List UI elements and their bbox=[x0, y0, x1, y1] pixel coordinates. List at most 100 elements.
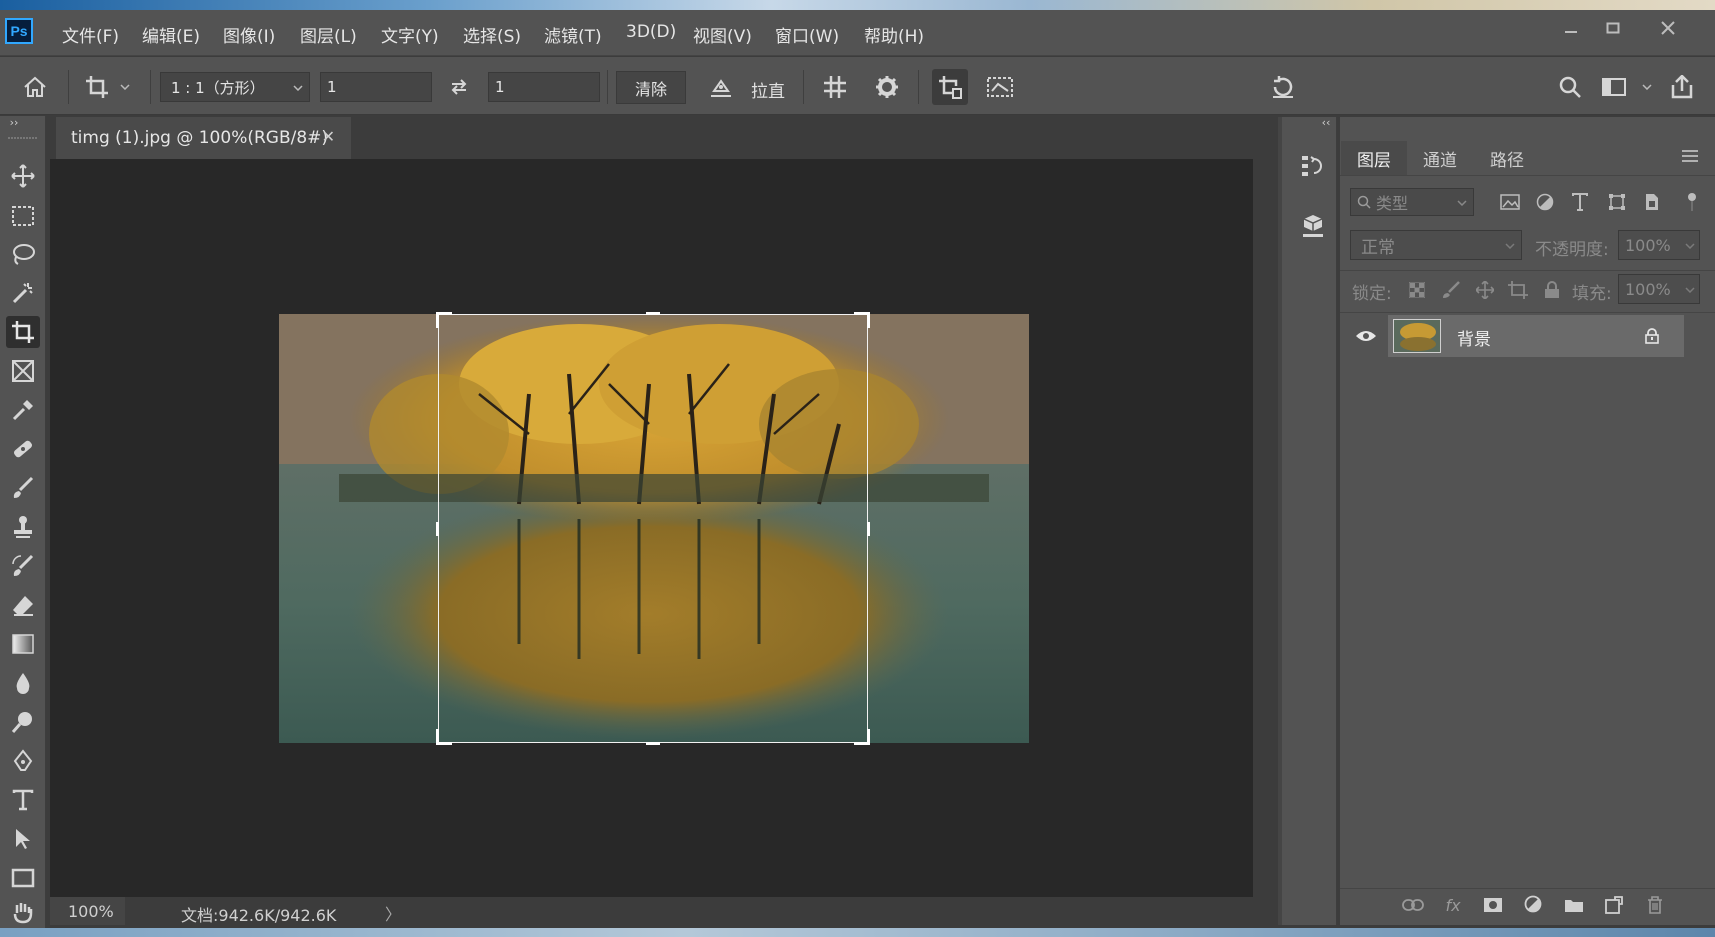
filter-shape-icon[interactable] bbox=[1605, 190, 1629, 214]
brush-icon[interactable] bbox=[6, 472, 40, 504]
crop-handle-left[interactable] bbox=[436, 522, 439, 536]
crop-ratio-select[interactable]: 1 : 1（方形） bbox=[160, 72, 310, 102]
filter-toggle-icon[interactable] bbox=[1684, 190, 1700, 214]
lock-all-icon[interactable] bbox=[1540, 278, 1564, 302]
crop-handle-top-left-v[interactable] bbox=[436, 312, 439, 328]
delete-cropped-pixels-icon[interactable] bbox=[932, 69, 968, 105]
collapse-toolbar-icon[interactable]: ›› bbox=[4, 116, 24, 129]
crop-handle-right[interactable] bbox=[867, 522, 870, 536]
menu-filter[interactable]: 滤镜(T) bbox=[544, 22, 602, 47]
status-arrow-icon[interactable]: 〉 bbox=[385, 901, 401, 925]
blend-mode-select[interactable]: 正常 bbox=[1350, 230, 1522, 260]
history-brush-icon[interactable] bbox=[6, 550, 40, 582]
gradient-icon[interactable] bbox=[6, 628, 40, 660]
share-icon[interactable] bbox=[1666, 70, 1698, 104]
document-tab[interactable]: timg (1).jpg @ 100%(RGB/8#) ✕ bbox=[56, 117, 351, 159]
opacity-input[interactable]: 100% bbox=[1618, 230, 1700, 260]
content-aware-icon[interactable] bbox=[984, 72, 1016, 102]
menu-help[interactable]: 帮助(H) bbox=[864, 22, 924, 47]
layer-name[interactable]: 背景 bbox=[1457, 325, 1491, 350]
zoom-level[interactable]: 100% bbox=[50, 897, 125, 925]
panel-menu-icon[interactable] bbox=[1678, 144, 1702, 168]
menu-window[interactable]: 窗口(W) bbox=[775, 22, 839, 47]
magic-wand-icon[interactable] bbox=[6, 277, 40, 309]
crop-handle-top[interactable] bbox=[646, 312, 660, 315]
menu-view[interactable]: 视图(V) bbox=[693, 22, 752, 47]
tab-channels[interactable]: 通道 bbox=[1407, 141, 1473, 175]
lock-transparent-pixels-icon[interactable] bbox=[1405, 278, 1429, 302]
menu-edit[interactable]: 编辑(E) bbox=[142, 22, 200, 47]
reset-icon[interactable] bbox=[1266, 70, 1300, 104]
tab-layers[interactable]: 图层 bbox=[1341, 141, 1407, 175]
eraser-icon[interactable] bbox=[6, 589, 40, 621]
filter-adjustment-icon[interactable] bbox=[1533, 190, 1557, 214]
menu-3d[interactable]: 3D(D) bbox=[626, 22, 676, 42]
straighten-icon[interactable] bbox=[706, 72, 736, 102]
fill-input[interactable]: 100% bbox=[1618, 274, 1700, 304]
toolbar-grip-icon[interactable] bbox=[6, 136, 40, 140]
crop-height-input[interactable]: 1 bbox=[488, 72, 600, 102]
crop-handle-bottom-left-v[interactable] bbox=[436, 729, 439, 745]
menu-file[interactable]: 文件(F) bbox=[62, 22, 119, 47]
chevron-down-icon[interactable] bbox=[1640, 78, 1654, 96]
crop-handle-top-right-v[interactable] bbox=[867, 312, 870, 328]
rectangular-marquee-icon[interactable] bbox=[6, 200, 40, 232]
lock-position-icon[interactable] bbox=[1473, 278, 1497, 302]
collapse-dock-icon[interactable]: ‹‹ bbox=[1316, 116, 1336, 129]
menu-type[interactable]: 文字(Y) bbox=[381, 22, 439, 47]
clone-stamp-icon[interactable] bbox=[6, 511, 40, 543]
crop-handle-bottom[interactable] bbox=[646, 742, 660, 745]
lock-artboard-icon[interactable] bbox=[1506, 278, 1530, 302]
eye-visibility-icon[interactable] bbox=[1352, 324, 1380, 348]
workspace-icon[interactable] bbox=[1598, 70, 1630, 104]
maximize-button[interactable] bbox=[1593, 12, 1633, 44]
crop-handle-bottom-right-v[interactable] bbox=[867, 729, 870, 745]
add-mask-icon[interactable] bbox=[1480, 893, 1506, 917]
healing-brush-icon[interactable] bbox=[6, 433, 40, 465]
filter-smart-object-icon[interactable] bbox=[1640, 190, 1664, 214]
search-icon[interactable] bbox=[1554, 70, 1586, 104]
link-layers-icon[interactable] bbox=[1400, 893, 1426, 917]
vertical-scrollbar[interactable] bbox=[1253, 159, 1278, 899]
layer-filter-select[interactable]: 类型 bbox=[1350, 188, 1474, 216]
crop-width-input[interactable]: 1 bbox=[320, 72, 432, 102]
filter-pixel-icon[interactable] bbox=[1498, 190, 1522, 214]
type-tool-icon[interactable] bbox=[6, 784, 40, 816]
menu-image[interactable]: 图像(I) bbox=[223, 22, 275, 47]
gear-icon[interactable] bbox=[872, 72, 902, 102]
home-icon[interactable] bbox=[18, 70, 52, 104]
new-group-icon[interactable] bbox=[1561, 893, 1587, 917]
menu-select[interactable]: 选择(S) bbox=[463, 22, 521, 47]
tab-paths[interactable]: 路径 bbox=[1473, 141, 1541, 175]
menu-layer[interactable]: 图层(L) bbox=[300, 22, 357, 47]
blur-drop-icon[interactable] bbox=[6, 667, 40, 699]
lasso-icon[interactable] bbox=[6, 238, 40, 270]
swap-dimensions-icon[interactable] bbox=[446, 72, 472, 102]
crop-tool-preset-icon[interactable] bbox=[80, 70, 114, 104]
new-adjustment-layer-icon[interactable] bbox=[1521, 893, 1547, 917]
lock-image-pixels-icon[interactable] bbox=[1439, 278, 1463, 302]
hand-tool-icon[interactable] bbox=[6, 898, 40, 926]
layer-thumbnail[interactable] bbox=[1393, 319, 1441, 353]
straighten-label[interactable]: 拉直 bbox=[751, 77, 785, 102]
chevron-down-icon[interactable] bbox=[118, 78, 132, 96]
minimize-button[interactable] bbox=[1551, 12, 1591, 44]
trash-icon[interactable] bbox=[1642, 893, 1668, 917]
eyedropper-icon[interactable] bbox=[6, 394, 40, 426]
frame-tool-icon[interactable] bbox=[6, 355, 40, 387]
filter-type-icon[interactable] bbox=[1568, 190, 1592, 214]
rectangle-shape-icon[interactable] bbox=[6, 862, 40, 894]
fx-icon[interactable]: fx bbox=[1440, 893, 1466, 917]
path-selection-icon[interactable] bbox=[6, 823, 40, 855]
grid-overlay-icon[interactable] bbox=[820, 72, 850, 102]
close-tab-icon[interactable]: ✕ bbox=[322, 127, 335, 146]
history-panel-icon[interactable] bbox=[1296, 150, 1330, 182]
pen-icon[interactable] bbox=[6, 745, 40, 777]
clear-button[interactable]: 清除 bbox=[616, 71, 686, 104]
3d-panel-icon[interactable] bbox=[1296, 210, 1330, 242]
close-window-button[interactable] bbox=[1648, 12, 1688, 44]
crop-bounding-box[interactable] bbox=[436, 312, 870, 745]
new-layer-icon[interactable] bbox=[1601, 893, 1627, 917]
crop-tool-icon[interactable] bbox=[6, 316, 40, 348]
dodge-icon[interactable] bbox=[6, 706, 40, 738]
